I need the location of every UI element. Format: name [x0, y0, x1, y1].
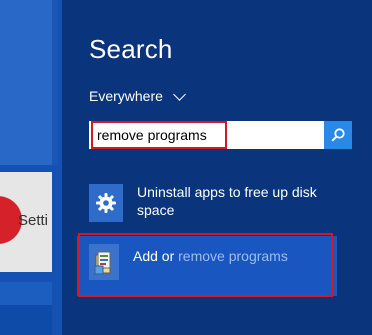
search-button[interactable] — [324, 121, 352, 149]
search-result-label-match: remove programs — [178, 248, 288, 264]
start-tile-top[interactable] — [0, 0, 52, 165]
start-tile-edge — [52, 0, 58, 165]
search-scope-label: Everywhere — [89, 88, 163, 104]
settings-tile-label: Setti — [18, 212, 49, 229]
search-result-add-remove-programs[interactable]: Add or remove programs — [77, 236, 337, 296]
start-tile-bottom[interactable] — [0, 282, 52, 335]
settings-tile[interactable]: Setti — [0, 172, 52, 272]
search-scope-dropdown[interactable]: Everywhere — [89, 87, 186, 104]
search-result-label: Uninstall apps to free up disk space — [137, 184, 317, 218]
start-tile-strip — [0, 305, 52, 335]
chevron-down-icon — [173, 87, 186, 101]
search-icon — [331, 128, 345, 142]
gear-icon — [89, 184, 123, 222]
search-pane: Search Everywhere remove programs Uninst… — [62, 0, 372, 335]
search-result-label: Add or remove programs — [133, 247, 288, 265]
search-input[interactable] — [91, 122, 322, 148]
search-title: Search — [89, 34, 173, 64]
programs-icon — [89, 244, 119, 280]
search-result-uninstall-apps[interactable]: Uninstall apps to free up disk space — [79, 178, 372, 228]
search-result-label-prefix: Add or — [133, 248, 175, 264]
search-box — [89, 121, 352, 149]
